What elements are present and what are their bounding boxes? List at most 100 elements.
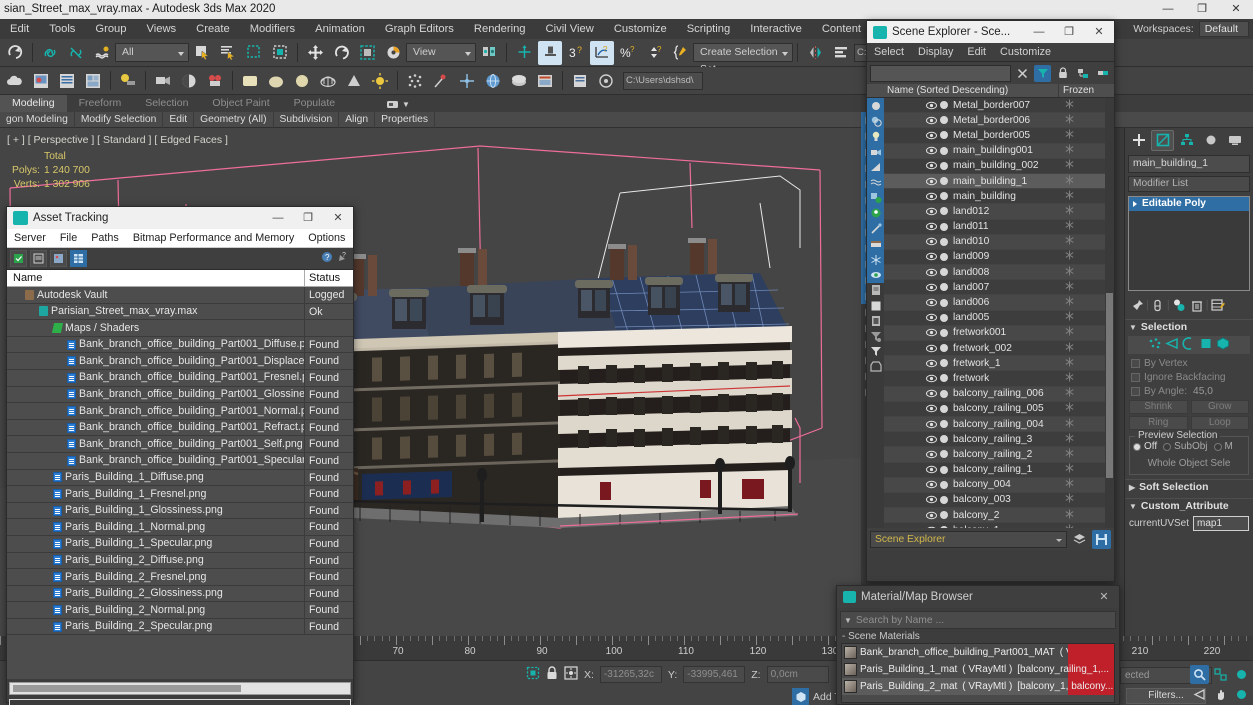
scene-menu-display[interactable]: Display [911,43,960,62]
scene-object-row[interactable]: main_building_002 [884,159,1105,174]
redo-icon[interactable] [3,41,27,65]
frozen-cell-icon[interactable] [1049,296,1105,309]
object-color-swatch[interactable] [940,374,948,383]
filter-remove-icon[interactable] [867,329,884,344]
object-color-swatch[interactable] [940,511,948,520]
preview-multi-radio[interactable]: M [1213,441,1233,452]
make-unique-icon[interactable] [1170,296,1188,314]
scene-object-row[interactable]: land011 [884,220,1105,235]
scene-explorer-close[interactable]: ✕ [1084,21,1114,43]
save-layout-icon[interactable] [1092,529,1111,549]
menu-item-interactive[interactable]: Interactive [740,19,812,39]
helpers-filter-icon[interactable] [867,159,884,175]
asset-tracking-minimize[interactable]: — [263,207,293,229]
menu-item-content[interactable]: Content [812,19,871,39]
asset-row[interactable]: Paris_Building_2_Glossiness.png Found [7,585,353,603]
lock-selection-icon[interactable] [1054,65,1071,82]
asset-row[interactable]: Paris_Building_1_Normal.png Found [7,519,353,536]
cloud-icon[interactable] [3,69,27,93]
scene-object-row[interactable]: Metal_border005 [884,128,1105,144]
help-icon[interactable]: ? [321,251,333,266]
pin-stack-icon[interactable] [1128,296,1146,314]
percent-snap-icon[interactable]: %? [616,41,640,65]
scene-object-row[interactable]: fretwork_002 [884,341,1105,357]
scene-object-row[interactable]: balcony_railing_005 [884,402,1105,417]
object-color-swatch[interactable] [940,526,948,528]
frozen-cell-icon[interactable] [1049,418,1105,431]
menu-item-tools[interactable]: Tools [39,19,85,39]
render-preview-icon[interactable] [177,69,201,93]
scene-explorer-preset-combo[interactable]: Scene Explorer [870,530,1067,548]
object-color-swatch[interactable] [940,435,948,444]
column-header-name[interactable]: Name [7,270,305,286]
schematic-view-icon[interactable] [533,69,557,93]
object-color-swatch[interactable] [940,161,948,170]
eye-icon[interactable] [926,465,937,474]
eye-icon[interactable] [926,298,937,307]
asset-menu-options[interactable]: Options [301,229,352,248]
material-row[interactable]: Bank_branch_office_building_Part001_MAT(… [842,644,1114,661]
eye-icon[interactable] [926,177,937,186]
frozen-cell-icon[interactable] [1049,99,1105,112]
frozen-cell-icon[interactable] [1049,311,1105,324]
select-by-name-icon[interactable] [216,41,240,65]
close-button[interactable]: ✕ [1219,0,1253,19]
asset-tracking-close[interactable]: ✕ [323,207,353,229]
list-view-icon[interactable] [30,250,47,267]
menu-item-graph-editors[interactable]: Graph Editors [375,19,464,39]
asset-row[interactable]: Bank_branch_office_building_Part001_Disp… [7,353,353,370]
object-color-swatch[interactable] [940,313,948,322]
ribbon-tab-selection[interactable]: Selection [133,95,200,112]
bind-to-space-warp-icon[interactable] [90,41,114,65]
spinner-arrows-icon[interactable]: ? [642,41,666,65]
object-color-swatch[interactable] [940,131,948,140]
frozen-cell-icon[interactable] [1049,433,1105,446]
scene-object-row[interactable]: main_building_1 [884,173,1105,190]
cameras-filter-icon[interactable] [867,144,884,160]
frozen-cell-icon[interactable] [1049,478,1105,491]
asset-row[interactable]: Autodesk Vault Logged [7,287,353,304]
time-tag-icon[interactable] [792,688,809,705]
zoom-extents-icon[interactable] [1232,665,1251,684]
select-object-icon[interactable] [190,41,214,65]
eye-icon[interactable] [926,192,937,201]
frozen-cell-icon[interactable] [1049,493,1105,506]
material-browser-search[interactable]: ▼ Search by Name ... [840,611,1116,629]
scene-explorer-maximize[interactable]: ❐ [1054,21,1084,43]
asset-row[interactable]: Paris_Building_1_Diffuse.png Found [7,469,353,487]
render-in-cloud-icon[interactable] [116,69,140,93]
frozen-cell-icon[interactable] [1049,205,1105,218]
absolute-relative-toggle-icon[interactable] [564,666,578,683]
asset-row[interactable]: Maps / Shaders [7,320,353,337]
asset-row[interactable]: Bank_branch_office_building_Part001_Diff… [7,336,353,354]
chevron-down-icon[interactable]: ▼ [844,616,852,625]
snap-toggle-icon[interactable] [538,40,562,65]
detail-view-icon[interactable] [70,250,87,267]
ribbon-panel-geometry-all[interactable]: Geometry (All) [194,111,274,128]
frozen-cell-icon[interactable] [1049,402,1105,415]
scene-materials-group-label[interactable]: - Scene Materials [837,629,1119,643]
groups-filter-icon[interactable] [867,190,884,206]
eye-icon[interactable] [926,116,937,125]
eye-icon[interactable] [926,450,937,459]
scene-object-row[interactable]: balcony_1 [884,523,1105,528]
scene-object-row[interactable]: Metal_border007 [884,98,1105,114]
scene-explorer-object-list[interactable]: Metal_border007 Metal_border006 Metal_bord… [884,98,1105,528]
scene-menu-select[interactable]: Select [867,43,911,62]
scene-menu-customize[interactable]: Customize [993,43,1058,62]
eye-icon[interactable] [926,511,937,520]
context-help-icon[interactable]: ? [337,251,349,266]
create-tab[interactable] [1127,130,1150,151]
scene-explorer-window[interactable]: Scene Explorer - Sce... — ❐ ✕ Select Disp… [866,20,1115,582]
orbit-icon[interactable] [1232,685,1251,704]
menu-item-views[interactable]: Views [137,19,187,39]
eye-icon[interactable] [926,480,937,489]
object-name-field[interactable]: main_building_1 [1128,155,1250,173]
xrefs-filter-icon[interactable] [867,205,884,222]
frozen-cell-icon[interactable] [1049,144,1105,157]
ribbon-tab-freeform[interactable]: Freeform [67,95,134,112]
grow-button[interactable]: Grow [1190,400,1249,414]
mirror-icon[interactable] [803,41,827,65]
object-color-swatch[interactable] [940,192,948,201]
spacewarps-filter-icon[interactable] [867,174,884,191]
